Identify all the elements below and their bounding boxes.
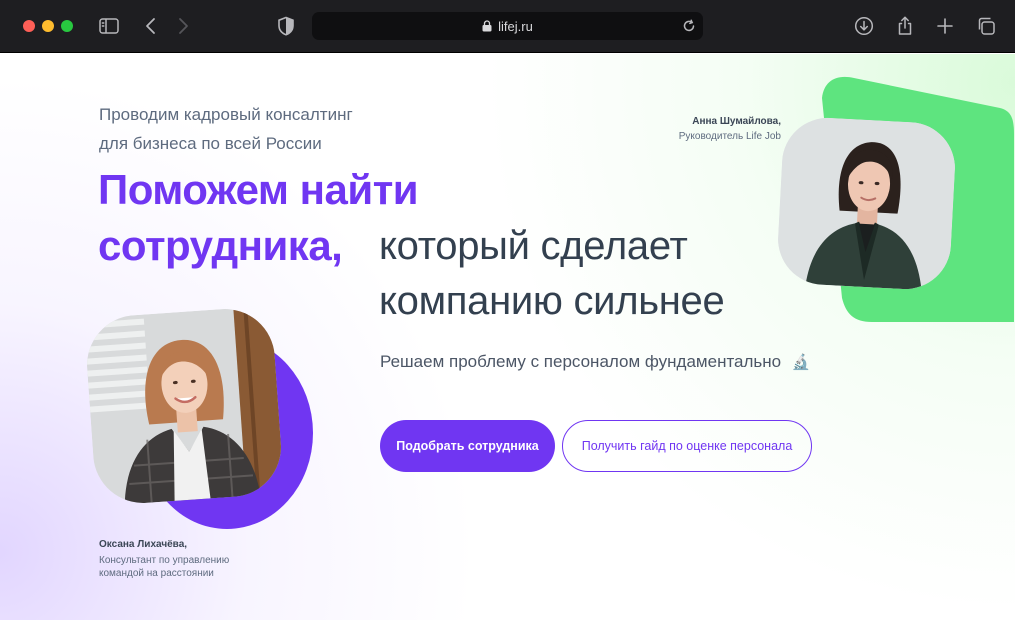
subtitle-line-1: Проводим кадровый консалтинг [99, 105, 353, 124]
hero-tagline: Решаем проблему с персоналом фундаментал… [380, 352, 811, 372]
share-icon[interactable] [894, 15, 916, 37]
anna-photo [775, 115, 958, 292]
close-window-button[interactable] [23, 20, 35, 32]
hero-subtitle: Проводим кадровый консалтинг для бизнеса… [99, 100, 399, 158]
chevron-right-icon[interactable] [172, 15, 194, 37]
chevron-left-icon[interactable] [140, 15, 162, 37]
anna-caption: Анна Шумайлова, Руководитель Life Job [561, 116, 781, 143]
subtitle-line-2: для бизнеса по всей России [99, 134, 322, 153]
find-employee-button[interactable]: Подобрать сотрудника [380, 420, 555, 472]
maximize-window-button[interactable] [61, 20, 73, 32]
headline-accent-line-1: Поможем найти [98, 166, 419, 213]
headline-plain-line-1: который сделает [379, 224, 688, 268]
download-icon[interactable] [853, 15, 875, 37]
lock-icon [482, 20, 492, 32]
person-role: Руководитель Life Job [678, 131, 781, 142]
oksana-photo [83, 305, 285, 507]
person-name: Анна Шумайлова, [692, 116, 781, 127]
person-role-line2: командой на расстоянии [99, 568, 214, 579]
minimize-window-button[interactable] [42, 20, 54, 32]
headline-plain-line-2: компанию сильнее [379, 279, 725, 323]
get-guide-button[interactable]: Получить гайд по оценке персонала [562, 420, 812, 472]
url-text: lifej.ru [498, 18, 533, 34]
page-content: Анна Шумайлова, Руководитель Life Job Ок… [0, 54, 1015, 620]
microscope-icon: 🔬 [791, 354, 811, 371]
tagline-text: Решаем проблему с персоналом фундаментал… [380, 352, 782, 371]
tabs-overview-icon[interactable] [975, 15, 997, 37]
address-bar[interactable]: lifej.ru [312, 12, 703, 40]
oksana-caption: Оксана Лихачёва, Консультант по управлен… [99, 538, 299, 580]
reload-icon[interactable] [681, 18, 697, 34]
sidebar-icon[interactable] [98, 15, 120, 37]
person-name: Оксана Лихачёва, [99, 539, 188, 550]
headline-accent-line-2: сотрудника, [98, 222, 343, 269]
browser-toolbar: lifej.ru [0, 0, 1015, 53]
shield-icon[interactable] [275, 15, 297, 37]
person-role-line1: Консультант по управлению [99, 555, 230, 566]
plus-icon[interactable] [934, 15, 956, 37]
